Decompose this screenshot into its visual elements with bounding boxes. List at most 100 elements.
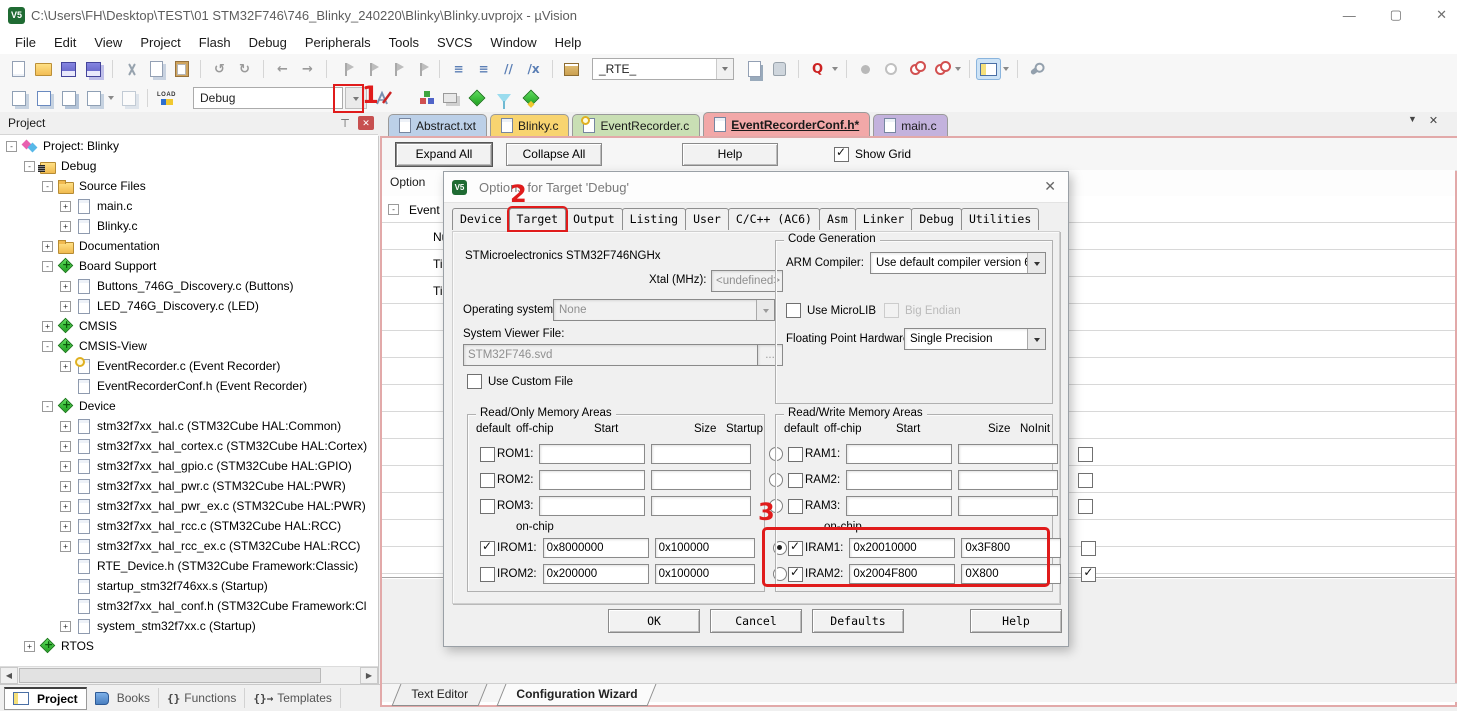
rte-dropdown-arrow[interactable] — [716, 59, 733, 79]
minimize-button[interactable]: — — [1343, 8, 1356, 23]
last-grep-icon[interactable] — [767, 58, 792, 80]
rom-start-input[interactable] — [539, 470, 645, 490]
tree-expander[interactable]: + — [60, 281, 71, 292]
tree-expander[interactable]: - — [42, 181, 53, 192]
cut-icon[interactable] — [119, 58, 144, 80]
target-select-dropdown[interactable] — [345, 87, 367, 109]
maximize-button[interactable]: ▢ — [1390, 7, 1402, 23]
rom-size-input[interactable] — [651, 444, 751, 464]
bookmark-prev-icon[interactable] — [383, 58, 408, 80]
close-button[interactable]: ✕ — [1436, 7, 1447, 23]
tree-expander[interactable]: + — [60, 441, 71, 452]
tree-row[interactable]: EventRecorderConf.h (Event Recorder) — [0, 376, 378, 396]
tree-expander[interactable]: + — [60, 521, 71, 532]
option-expander[interactable]: - — [388, 204, 399, 215]
tree-expander[interactable]: + — [60, 361, 71, 372]
bookmark-icon[interactable] — [333, 58, 358, 80]
save-icon[interactable] — [56, 58, 81, 80]
ram-default-checkbox[interactable] — [788, 473, 803, 488]
menu-item[interactable]: Project — [131, 33, 189, 52]
file-extensions-icon[interactable] — [437, 87, 462, 109]
dialog-tab[interactable]: Output — [565, 208, 623, 230]
tree-row[interactable]: + system_stm32f7xx.c (Startup) — [0, 616, 378, 636]
iram-start-input[interactable] — [849, 564, 955, 584]
iram-size-input[interactable] — [961, 564, 1061, 584]
tree-row[interactable]: - CMSIS-View — [0, 336, 378, 356]
open-icon[interactable] — [31, 58, 56, 80]
pack-installer-icon[interactable] — [518, 87, 543, 109]
tree-row[interactable]: + stm32f7xx_hal_cortex.c (STM32Cube HAL:… — [0, 436, 378, 456]
breakpoint-enable-all-icon[interactable] — [903, 58, 928, 80]
window-layout-icon[interactable] — [976, 58, 1001, 80]
document-tab[interactable]: EventRecorder.c — [572, 114, 700, 136]
tree-row[interactable]: - Board Support — [0, 256, 378, 276]
use-microlib-checkbox[interactable] — [786, 303, 801, 318]
menu-item[interactable]: File — [6, 33, 45, 52]
save-all-icon[interactable] — [81, 58, 106, 80]
irom-start-input[interactable] — [543, 538, 649, 558]
tree-row[interactable]: stm32f7xx_hal_conf.h (STM32Cube Framewor… — [0, 596, 378, 616]
tree-expander[interactable]: - — [42, 261, 53, 272]
tree-row[interactable]: + stm32f7xx_hal_pwr_ex.c (STM32Cube HAL:… — [0, 496, 378, 516]
document-tab[interactable]: Abstract.txt — [388, 114, 487, 136]
select-packs-icon[interactable] — [491, 87, 516, 109]
irom-default-checkbox[interactable] — [480, 567, 495, 582]
iram-noinit-checkbox[interactable] — [1081, 541, 1096, 556]
ok-button[interactable]: OK — [608, 609, 700, 633]
new-file-icon[interactable] — [6, 58, 31, 80]
paste-icon[interactable] — [169, 58, 194, 80]
dialog-tab[interactable]: Utilities — [961, 208, 1039, 230]
tree-row[interactable]: + EventRecorder.c (Event Recorder) — [0, 356, 378, 376]
dialog-tab[interactable]: Asm — [819, 208, 856, 230]
iram-default-checkbox[interactable] — [788, 541, 803, 556]
menu-item[interactable]: Peripherals — [296, 33, 380, 52]
expand-all-button[interactable]: Expand All — [396, 143, 492, 166]
rom-default-checkbox[interactable] — [480, 447, 495, 462]
menu-item[interactable]: Help — [546, 33, 591, 52]
navigate-back-icon[interactable]: ← — [270, 58, 295, 80]
rom-start-input[interactable] — [539, 444, 645, 464]
show-grid-checkbox[interactable] — [834, 147, 849, 162]
bookmark-clear-icon[interactable] — [408, 58, 433, 80]
undo-icon[interactable]: ↺ — [207, 58, 232, 80]
menu-item[interactable]: View — [85, 33, 131, 52]
irom-size-input[interactable] — [655, 564, 755, 584]
irom-default-checkbox[interactable] — [480, 541, 495, 556]
defaults-button[interactable]: Defaults — [812, 609, 904, 633]
options-for-target-icon[interactable] — [371, 87, 396, 109]
navigate-forward-icon[interactable]: → — [295, 58, 320, 80]
document-tab[interactable]: main.c — [873, 114, 947, 136]
tree-expander[interactable]: + — [60, 221, 71, 232]
breakpoint-kill-all-icon[interactable] — [928, 58, 953, 80]
tree-expander[interactable]: + — [60, 201, 71, 212]
rom-start-input[interactable] — [539, 496, 645, 516]
tree-expander[interactable]: + — [60, 461, 71, 472]
tree-expander[interactable]: + — [60, 421, 71, 432]
floating-point-combobox[interactable]: Single Precision — [904, 328, 1046, 350]
find-in-files-icon[interactable] — [742, 58, 767, 80]
tree-expander[interactable]: + — [60, 501, 71, 512]
tree-row[interactable]: - Debug — [0, 156, 378, 176]
rte-combobox[interactable]: _RTE_ — [592, 58, 734, 80]
tree-row[interactable]: + LED_746G_Discovery.c (LED) — [0, 296, 378, 316]
menu-item[interactable]: SVCS — [428, 33, 481, 52]
panel-close-icon[interactable]: ✕ — [358, 116, 374, 130]
target-select-combobox[interactable]: Debug — [193, 87, 343, 109]
translate-icon[interactable] — [6, 87, 31, 109]
menu-item[interactable]: Flash — [190, 33, 240, 52]
tab-list-dropdown-icon[interactable]: ▼ — [1408, 114, 1417, 127]
dialog-tab[interactable]: User — [685, 208, 729, 230]
iram-default-checkbox[interactable] — [788, 567, 803, 582]
irom-size-input[interactable] — [655, 538, 755, 558]
scroll-right-arrow[interactable]: ▶ — [360, 667, 378, 684]
editor-mode-tab[interactable]: Text Editor — [392, 684, 488, 706]
document-tab[interactable]: Blinky.c — [490, 114, 569, 136]
panel-tab[interactable]: {} Functions — [159, 688, 245, 708]
rom-default-checkbox[interactable] — [480, 473, 495, 488]
breakpoint-icon[interactable] — [853, 58, 878, 80]
tree-expander[interactable]: - — [42, 341, 53, 352]
wrench-icon[interactable] — [1024, 58, 1049, 80]
batch-build-icon[interactable] — [81, 87, 106, 109]
collapse-all-button[interactable]: Collapse All — [506, 143, 602, 166]
build-icon[interactable] — [31, 87, 56, 109]
